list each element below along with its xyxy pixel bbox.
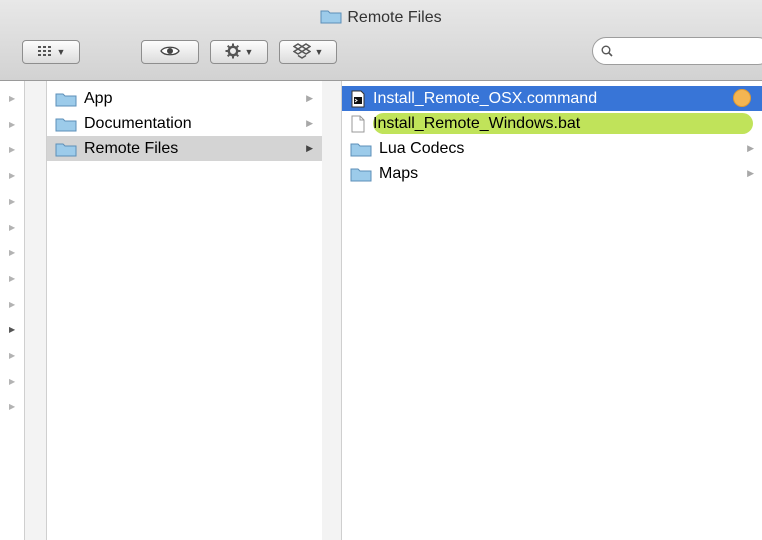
column-divider xyxy=(322,81,341,540)
disclosure-arrow-icon[interactable]: ▶ xyxy=(9,325,15,334)
item-label: Remote Files xyxy=(84,139,179,157)
quick-look-button[interactable] xyxy=(141,40,199,64)
dropbox-icon xyxy=(292,42,311,62)
folder-column-2[interactable]: Install_Remote_OSX.command Install_Remot… xyxy=(341,81,762,540)
disclosure-arrow-icon[interactable]: ▶ xyxy=(9,351,15,360)
grid-view-icon xyxy=(37,45,53,60)
disclosure-arrow-icon: ▶ xyxy=(306,143,313,153)
disclosure-arrow-icon[interactable]: ▶ xyxy=(9,377,15,386)
folder-icon xyxy=(55,91,77,107)
disclosure-arrow-icon[interactable]: ▶ xyxy=(9,94,15,103)
item-label: Documentation xyxy=(84,114,192,132)
disclosure-arrow-icon: ▶ xyxy=(747,143,754,153)
column-divider xyxy=(25,81,46,540)
list-item-documentation[interactable]: Documentation ▶ xyxy=(47,111,322,136)
window-toolbar: Remote Files ▼ ▼ ▼ xyxy=(0,0,762,81)
disclosure-arrow-icon[interactable]: ▶ xyxy=(9,402,15,411)
list-item-remote-files[interactable]: Remote Files ▶ xyxy=(47,136,322,161)
dropbox-button[interactable]: ▼ xyxy=(279,40,337,64)
disclosure-arrow-icon[interactable]: ▶ xyxy=(9,171,15,180)
executable-file-icon xyxy=(350,90,366,108)
orange-tag-icon xyxy=(733,89,751,107)
list-item-install-remote-osx[interactable]: Install_Remote_OSX.command xyxy=(342,86,762,111)
item-label: App xyxy=(84,89,113,107)
disclosure-arrow-icon[interactable]: ▶ xyxy=(9,300,15,309)
list-item-install-remote-windows[interactable]: Install_Remote_Windows.bat xyxy=(342,111,762,136)
list-item-app[interactable]: App ▶ xyxy=(47,86,322,111)
list-item-lua-codecs[interactable]: Lua Codecs ▶ xyxy=(342,136,762,161)
folder-icon xyxy=(320,8,342,29)
chevron-down-icon: ▼ xyxy=(314,47,324,57)
disclosure-arrow-icon: ▶ xyxy=(306,118,313,128)
folder-column-1[interactable]: App ▶ Documentation ▶ Remote Files ▶ xyxy=(46,81,323,540)
disclosure-arrow-icon[interactable]: ▶ xyxy=(9,223,15,232)
folder-icon xyxy=(350,141,372,157)
gear-icon xyxy=(225,43,241,62)
disclosure-arrow-icon: ▶ xyxy=(306,93,313,103)
window-title: Remote Files xyxy=(347,9,442,26)
item-label: Install_Remote_Windows.bat xyxy=(373,114,581,132)
disclosure-arrow-icon[interactable]: ▶ xyxy=(9,120,15,129)
chevron-down-icon: ▼ xyxy=(244,47,254,57)
window-title-bar: Remote Files xyxy=(0,8,762,29)
list-item-maps[interactable]: Maps ▶ xyxy=(342,161,762,186)
disclosure-arrow-icon: ▶ xyxy=(747,168,754,178)
item-label: Maps xyxy=(379,164,419,182)
disclosure-arrow-icon[interactable]: ▶ xyxy=(9,248,15,257)
folder-icon xyxy=(350,166,372,182)
item-label: Install_Remote_OSX.command xyxy=(373,89,598,107)
folder-icon xyxy=(55,116,77,132)
action-button[interactable]: ▼ xyxy=(210,40,268,64)
item-label: Lua Codecs xyxy=(379,139,465,157)
document-icon xyxy=(350,115,366,133)
view-options-button[interactable]: ▼ xyxy=(22,40,80,64)
disclosure-arrow-icon[interactable]: ▶ xyxy=(9,197,15,206)
eye-icon xyxy=(160,45,180,60)
search-icon xyxy=(601,44,613,57)
disclosure-arrow-icon[interactable]: ▶ xyxy=(9,274,15,283)
parent-column[interactable]: ▶ ▶ ▶ ▶ ▶ ▶ ▶ ▶ ▶ ▶ ▶ ▶ ▶ xyxy=(0,81,25,540)
search-input[interactable] xyxy=(592,37,762,65)
disclosure-arrow-icon[interactable]: ▶ xyxy=(9,145,15,154)
chevron-down-icon: ▼ xyxy=(56,47,66,57)
folder-icon xyxy=(55,141,77,157)
